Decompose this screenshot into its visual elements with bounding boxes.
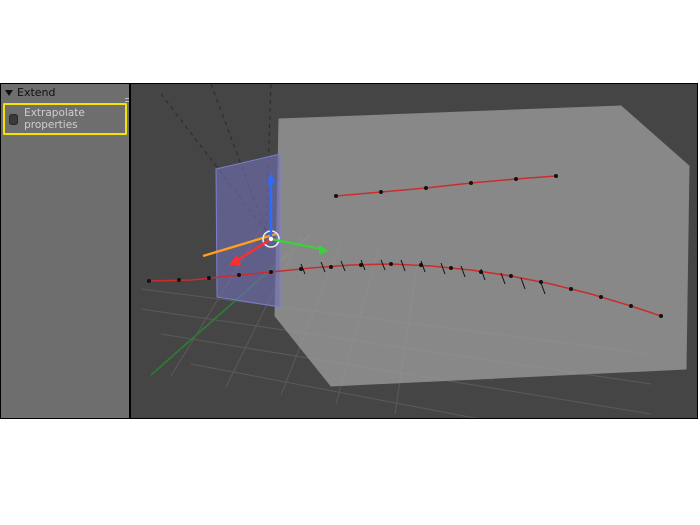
checkbox-icon[interactable] [9, 114, 18, 125]
operator-sidebar: Extend Extrapolate properties [1, 84, 129, 418]
panel-title: Extend [17, 86, 56, 99]
chevron-down-icon [5, 90, 13, 96]
blender-window: Extend Extrapolate properties [0, 83, 698, 419]
viewport-canvas [131, 84, 697, 418]
gizmo-center-icon [269, 237, 273, 241]
extrapolate-properties-option[interactable]: Extrapolate properties [3, 103, 127, 135]
option-label: Extrapolate properties [24, 107, 121, 131]
viewport-3d[interactable] [131, 84, 697, 418]
extend-panel-header[interactable]: Extend [1, 84, 129, 101]
